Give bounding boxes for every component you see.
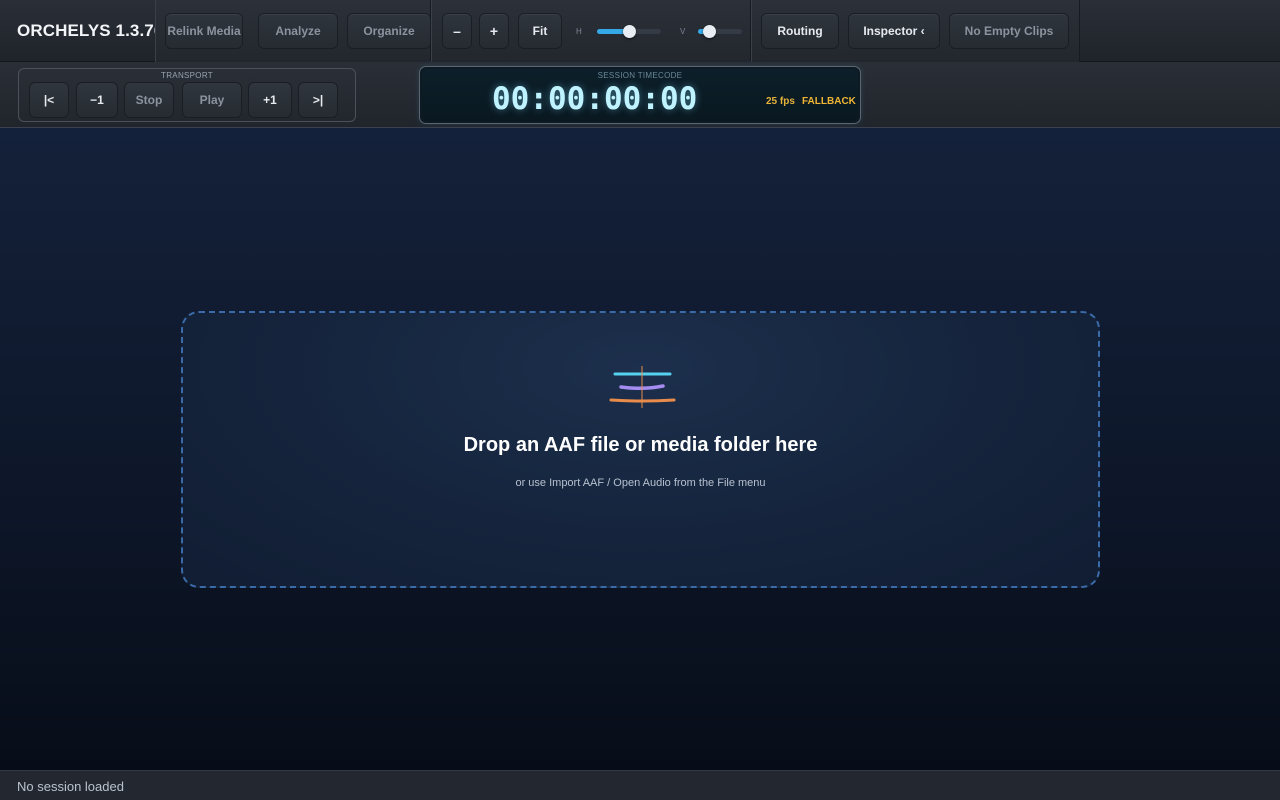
media-tool-group: Relink Media Analyze Organize: [155, 0, 431, 62]
status-bar: No session loaded: [0, 770, 1280, 800]
session-workspace: Drop an AAF file or media folder here or…: [0, 128, 1280, 770]
h-zoom-slider-knob[interactable]: [623, 25, 636, 38]
aaf-drop-zone[interactable]: Drop an AAF file or media folder here or…: [181, 311, 1100, 588]
v-zoom-slider-knob[interactable]: [703, 25, 716, 38]
go-to-start-button[interactable]: |<: [29, 82, 69, 118]
top-toolbar: ORCHELYS 1.3.76 Relink Media Analyze Org…: [0, 0, 1280, 62]
inspector-toggle-button[interactable]: Inspector ‹: [848, 13, 940, 49]
timecode-label: SESSION TIMECODE: [597, 71, 683, 80]
go-to-end-button[interactable]: >|: [298, 82, 338, 118]
no-empty-clips-button[interactable]: No Empty Clips: [949, 13, 1069, 49]
transport-panel: TRANSPORT |< −1 Stop Play +1 >|: [18, 68, 356, 122]
timecode-fps: 25 fps: [766, 96, 795, 107]
h-zoom-label: H: [576, 27, 582, 36]
app-title: ORCHELYS 1.3.76: [17, 21, 164, 40]
timecode-fallback-badge: FALLBACK: [802, 96, 856, 107]
timeline-logo-icon: [609, 366, 676, 408]
fit-button[interactable]: Fit: [518, 13, 562, 49]
zoom-out-button[interactable]: –: [442, 13, 472, 49]
zoom-in-button[interactable]: +: [479, 13, 509, 49]
app-window: ORCHELYS 1.3.76 Relink Media Analyze Org…: [0, 0, 1280, 800]
view-tool-group: Routing Inspector ‹ No Empty Clips: [751, 0, 1080, 62]
timecode-value: 00:00:00:00: [492, 81, 698, 117]
session-timecode-display: SESSION TIMECODE 00:00:00:00 25 fps FALL…: [419, 66, 861, 124]
transport-label: TRANSPORT: [161, 71, 213, 80]
v-zoom-slider[interactable]: [698, 25, 742, 38]
zoom-tool-group: – + Fit H V: [431, 0, 751, 62]
drop-zone-subtitle: or use Import AAF / Open Audio from the …: [515, 477, 766, 489]
routing-button[interactable]: Routing: [761, 13, 839, 49]
step-back-button[interactable]: −1: [76, 82, 118, 118]
play-button[interactable]: Play: [182, 82, 242, 118]
status-text: No session loaded: [17, 779, 124, 794]
analyze-button[interactable]: Analyze: [258, 13, 338, 49]
transport-row: TRANSPORT |< −1 Stop Play +1 >| SESSION …: [0, 62, 1280, 128]
drop-zone-title: Drop an AAF file or media folder here: [463, 434, 818, 456]
stop-button[interactable]: Stop: [124, 82, 174, 118]
v-zoom-label: V: [680, 27, 686, 36]
relink-media-button[interactable]: Relink Media: [165, 13, 243, 49]
h-zoom-slider[interactable]: [597, 25, 661, 38]
step-forward-button[interactable]: +1: [248, 82, 292, 118]
organize-button[interactable]: Organize: [347, 13, 431, 49]
